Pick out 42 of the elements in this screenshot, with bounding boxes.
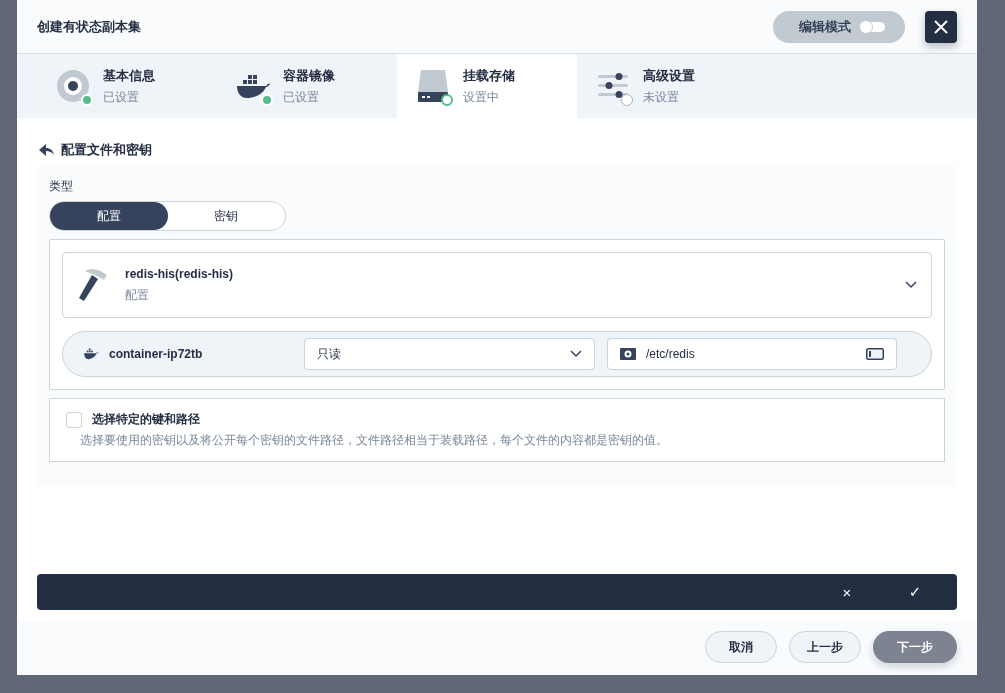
hard-drive-icon	[415, 68, 451, 104]
edit-mode-toggle[interactable]: 编辑模式	[773, 10, 905, 43]
close-button[interactable]	[925, 10, 957, 43]
checkbox-description: 选择要使用的密钥以及将公开每个密钥的文件路径，文件路径相当于装载路径，每个文件的内容都是密钥的值。	[80, 432, 668, 449]
footer-button[interactable]: 上一步	[789, 631, 861, 663]
step-status: 设置中	[463, 88, 500, 106]
close-icon	[933, 18, 949, 35]
section-title: 配置文件和密钥	[61, 141, 152, 159]
step-tab[interactable]: 容器镜像 已设置	[217, 54, 397, 118]
hammer-icon	[77, 267, 109, 303]
step-title: 挂载存储	[463, 66, 515, 85]
step-status: 已设置	[103, 88, 140, 106]
access-mode-select[interactable]: 只读	[304, 338, 595, 370]
resource-select[interactable]: redis-his(redis-his) 配置	[62, 252, 932, 318]
resource-type: 配置	[125, 286, 150, 304]
footer-button[interactable]: 下一步	[873, 631, 957, 663]
step-tab[interactable]: 基本信息 已设置	[37, 54, 217, 118]
container-name: container-ip72tb	[109, 347, 204, 361]
mount-path-field[interactable]: /etc/redis	[607, 338, 897, 370]
back-arrow-icon[interactable]	[39, 144, 55, 156]
docker-whale-icon	[83, 348, 99, 360]
step-tab[interactable]: 挂载存储 设置中	[397, 54, 577, 118]
step-status: 已设置	[283, 88, 320, 106]
drive-icon	[866, 348, 884, 360]
resource-name: redis-his(redis-his)	[125, 266, 235, 281]
chevron-down-icon	[905, 281, 917, 289]
cancel-button[interactable]: ×	[825, 582, 869, 602]
dialog-title: 创建有状态副本集	[37, 17, 142, 36]
step-title: 基本信息	[103, 66, 155, 85]
checkbox[interactable]	[66, 412, 82, 428]
type-option[interactable]: 配置	[50, 202, 168, 230]
field-label: 类型	[49, 178, 74, 195]
type-option[interactable]: 密钥	[167, 202, 285, 230]
step-status: 未设置	[643, 88, 680, 106]
step-title: 容器镜像	[283, 66, 335, 85]
disc-icon	[55, 68, 91, 104]
confirm-button[interactable]: ✓	[893, 582, 937, 602]
footer-button[interactable]: 取消	[705, 631, 777, 663]
chevron-down-icon	[570, 350, 582, 358]
checkbox-label: 选择特定的键和路径	[92, 411, 201, 428]
step-tab[interactable]: 高级设置 未设置	[577, 54, 757, 118]
step-title: 高级设置	[643, 66, 695, 85]
